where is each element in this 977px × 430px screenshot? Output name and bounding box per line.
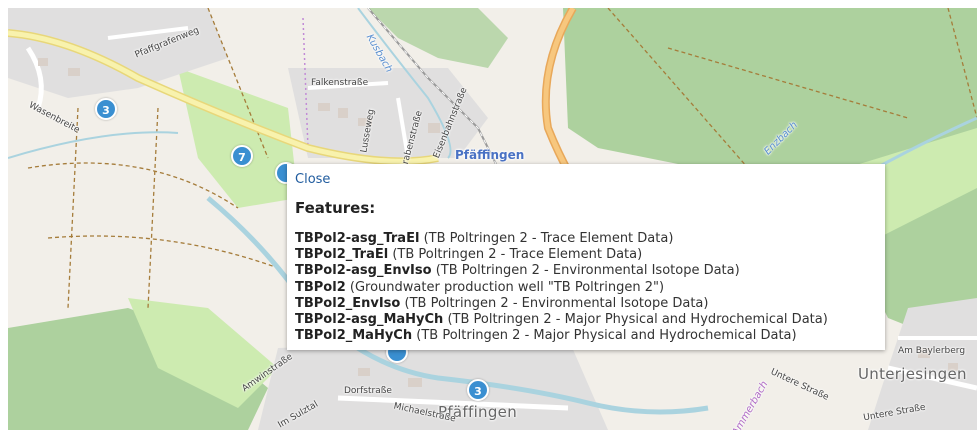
feature-popup: Close Features: TBPol2-asg_TraEl (TB Pol…: [287, 164, 885, 350]
feature-item[interactable]: TBPol2-asg_MaHyCh (TB Poltringen 2 - Maj…: [295, 312, 877, 328]
feature-item[interactable]: TBPol2_MaHyCh (TB Poltringen 2 - Major P…: [295, 328, 877, 344]
feature-id: TBPol2-asg_TraEl: [295, 231, 420, 246]
feature-id: TBPol2_MaHyCh: [295, 328, 413, 344]
map-label-dorfstrasse: Dorfstraße: [344, 386, 392, 396]
feature-id: TBPol2: [295, 279, 346, 295]
feature-desc: (TB Poltringen 2 - Trace Element Data): [392, 247, 643, 263]
popup-heading: Features:: [295, 199, 376, 217]
feature-item[interactable]: TBPol2_EnvIso (TB Poltringen 2 - Environ…: [295, 296, 877, 312]
feature-desc: (TB Poltringen 2 - Environmental Isotope…: [404, 295, 709, 311]
feature-list: TBPol2-asg_TraEl (TB Poltringen 2 - Trac…: [295, 231, 877, 344]
popup-close-link[interactable]: Close: [295, 172, 330, 187]
cluster-marker[interactable]: 3: [95, 98, 117, 120]
cluster-marker[interactable]: 3: [467, 379, 489, 401]
feature-id: TBPol2-asg_MaHyCh: [295, 312, 444, 328]
feature-item[interactable]: TBPol2 (Groundwater production well "TB …: [295, 280, 877, 296]
feature-id: TBPol2_TraEl: [295, 247, 389, 263]
map-label-falkenstrasse: Falkenstraße: [311, 78, 369, 88]
map-label-am-baylerberg: Am Baylerberg: [898, 346, 966, 356]
cluster-marker[interactable]: 7: [231, 145, 253, 167]
feature-item[interactable]: TBPol2-asg_EnvIso (TB Poltringen 2 - Env…: [295, 263, 877, 279]
feature-id: TBPol2-asg_EnvIso: [295, 263, 432, 279]
feature-item[interactable]: TBPol2-asg_TraEl (TB Poltringen 2 - Trac…: [295, 231, 877, 247]
map-view[interactable]: Wasenbreite Pfaffgrafenweg Falkenstraße …: [8, 8, 977, 430]
map-label-pfaffingen-station: Pfäffingen: [455, 148, 525, 162]
feature-desc: (TB Poltringen 2 - Major Physical and Hy…: [447, 312, 828, 328]
feature-desc: (TB Poltringen 2 - Major Physical and Hy…: [416, 328, 797, 344]
feature-desc: (TB Poltringen 2 - Environmental Isotope…: [435, 263, 740, 279]
feature-id: TBPol2_EnvIso: [295, 295, 401, 311]
feature-desc: (Groundwater production well "TB Poltrin…: [349, 279, 665, 295]
feature-item[interactable]: TBPol2_TraEl (TB Poltringen 2 - Trace El…: [295, 247, 877, 263]
map-label-unterjesingen: Unterjesingen: [858, 365, 967, 383]
feature-desc: (TB Poltringen 2 - Trace Element Data): [423, 231, 674, 246]
